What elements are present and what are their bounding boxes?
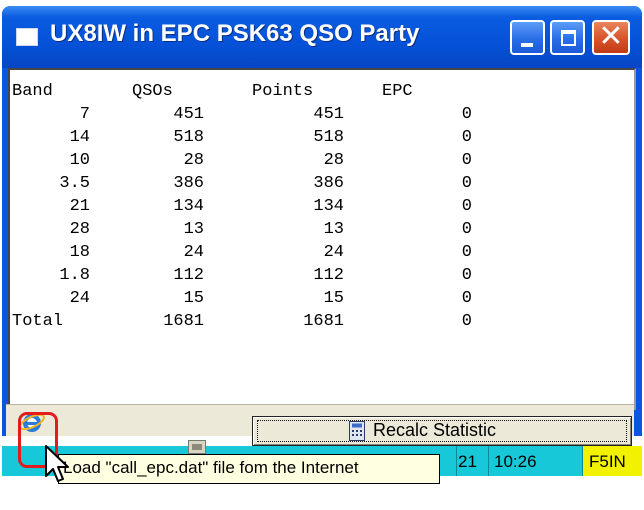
qsos-cell: 24	[183, 243, 204, 262]
close-button[interactable]: ✕	[592, 19, 630, 55]
status-number: 21	[458, 452, 477, 471]
points-cell: 386	[313, 174, 344, 193]
qsos-cell: 112	[173, 266, 204, 285]
header-band: Band	[12, 82, 53, 101]
band-cell: 10	[69, 151, 90, 170]
recalc-statistic-button[interactable]: Recalc Statistic	[252, 416, 632, 446]
band-cell: 7	[79, 105, 90, 124]
epc-cell: 0	[461, 197, 472, 216]
epc-cell: 0	[461, 151, 472, 170]
band-cell: 14	[69, 128, 90, 147]
close-icon: ✕	[598, 19, 624, 54]
mouse-cursor-icon	[45, 445, 69, 482]
minimize-icon	[521, 43, 533, 47]
points-cell: 518	[313, 128, 344, 147]
maximize-icon	[561, 30, 576, 46]
window-title: UX8IW in EPC PSK63 QSO Party	[50, 20, 420, 47]
statistics-panel: Band QSOs Points EPC 7 451 451 0 14 518 …	[8, 68, 636, 410]
band-cell: 3.5	[59, 174, 90, 193]
qsos-cell: 386	[173, 174, 204, 193]
epc-cell: 0	[461, 266, 472, 285]
points-cell: 15	[323, 289, 344, 308]
points-cell: 24	[323, 243, 344, 262]
qsos-cell: 134	[173, 197, 204, 216]
maximize-button[interactable]	[550, 20, 585, 55]
tooltip: Load "call_epc.dat" file fom the Interne…	[58, 454, 440, 484]
epc-cell: 0	[461, 174, 472, 193]
band-cell: 1.8	[59, 266, 90, 285]
total-points: 1681	[303, 312, 344, 331]
table-row: 1.8 112 112 0	[12, 264, 472, 287]
epc-cell: 0	[461, 243, 472, 262]
table-row: 24 15 15 0	[12, 287, 472, 310]
table-row: 10 28 28 0	[12, 149, 472, 172]
points-cell: 112	[313, 266, 344, 285]
calculator-icon	[349, 421, 365, 441]
total-qsos: 1681	[163, 312, 204, 331]
window-icon	[16, 28, 38, 46]
epc-cell: 0	[461, 289, 472, 308]
table-row: 18 24 24 0	[12, 241, 472, 264]
status-callsign: F5IN	[582, 446, 642, 476]
statistics-table: Band QSOs Points EPC 7 451 451 0 14 518 …	[12, 80, 472, 333]
total-label: Total	[12, 312, 64, 331]
points-cell: 451	[313, 105, 344, 124]
qsos-cell: 518	[173, 128, 204, 147]
statistics-window: UX8IW in EPC PSK63 QSO Party ✕ Band QSOs…	[2, 6, 642, 436]
band-cell: 28	[69, 220, 90, 239]
qsos-cell: 28	[183, 151, 204, 170]
title-bar[interactable]: UX8IW in EPC PSK63 QSO Party ✕	[2, 6, 642, 68]
qsos-cell: 451	[173, 105, 204, 124]
header-qsos: QSOs	[132, 82, 173, 101]
total-row: Total 1681 1681 0	[12, 310, 472, 333]
header-epc: EPC	[382, 82, 413, 101]
status-separator	[488, 446, 489, 476]
qsos-cell: 13	[183, 220, 204, 239]
epc-cell: 0	[461, 105, 472, 124]
table-row: 21 134 134 0	[12, 195, 472, 218]
band-cell: 21	[69, 197, 90, 216]
points-cell: 28	[323, 151, 344, 170]
epc-cell: 0	[461, 128, 472, 147]
table-row: 7 451 451 0	[12, 103, 472, 126]
minimize-button[interactable]	[510, 20, 545, 55]
keyboard-icon[interactable]	[188, 440, 206, 454]
total-epc: 0	[461, 312, 472, 331]
qsos-cell: 15	[183, 289, 204, 308]
recalc-statistic-label: Recalc Statistic	[373, 420, 497, 440]
table-row: 28 13 13 0	[12, 218, 472, 241]
band-cell: 18	[69, 243, 90, 262]
epc-cell: 0	[461, 220, 472, 239]
points-cell: 13	[323, 220, 344, 239]
band-cell: 24	[69, 289, 90, 308]
status-time: 10:26	[494, 452, 537, 471]
header-points: Points	[252, 82, 314, 101]
table-row: 14 518 518 0	[12, 126, 472, 149]
points-cell: 134	[313, 197, 344, 216]
table-header-row: Band QSOs Points EPC	[12, 80, 472, 103]
status-separator	[456, 446, 457, 476]
table-row: 3.5 386 386 0	[12, 172, 472, 195]
